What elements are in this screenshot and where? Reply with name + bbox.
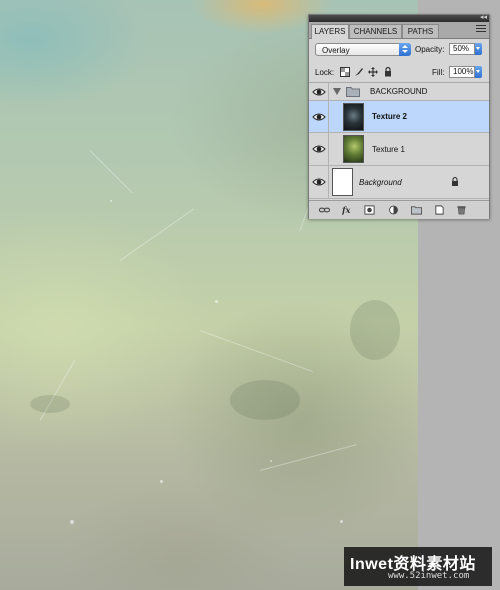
layer-thumbnail[interactable]	[343, 103, 364, 131]
visibility-eye-icon[interactable]	[312, 111, 326, 123]
blend-mode-stepper-icon[interactable]	[399, 43, 411, 56]
lock-transparent-pixels-icon[interactable]	[340, 67, 350, 77]
opacity-dropdown-icon[interactable]	[475, 43, 482, 55]
layers-panel: ◂◂ LAYERS CHANNELS PATHS Overlay Opacity…	[308, 14, 490, 219]
layer-name: Background	[359, 178, 402, 187]
layers-list: BACKGROUND Texture 2 Texture 1 Backgroun…	[309, 83, 489, 199]
opacity-field[interactable]: 50%	[449, 43, 475, 55]
blend-mode-select[interactable]: Overlay	[315, 43, 411, 56]
layer-name: Texture 2	[372, 112, 407, 121]
fill-dropdown-icon[interactable]	[475, 66, 482, 78]
trash-icon[interactable]	[456, 205, 467, 215]
lock-position-icon[interactable]	[368, 67, 378, 77]
panel-menu-icon[interactable]	[476, 25, 486, 33]
link-layers-icon[interactable]	[319, 205, 330, 215]
blend-row: Overlay Opacity: 50%	[309, 39, 489, 61]
new-group-icon[interactable]	[411, 205, 422, 215]
layer-texture-2[interactable]: Texture 2	[309, 101, 489, 133]
blend-mode-value: Overlay	[322, 46, 350, 55]
tab-paths[interactable]: PATHS	[402, 24, 439, 38]
layer-background[interactable]: Background	[309, 166, 489, 199]
panel-tabbar: LAYERS CHANNELS PATHS	[309, 22, 489, 39]
tab-channels[interactable]: CHANNELS	[349, 24, 402, 38]
fx-icon[interactable]: fx	[342, 205, 353, 215]
expand-triangle-icon[interactable]	[333, 88, 341, 95]
lock-row: Lock: Fill: 100%	[309, 62, 489, 83]
collapse-panel-icon[interactable]: ◂◂	[480, 14, 487, 22]
layer-thumbnail[interactable]	[332, 168, 353, 196]
fill-field[interactable]: 100%	[449, 66, 475, 78]
layer-name: Texture 1	[372, 145, 405, 154]
panel-titlebar[interactable]: ◂◂	[309, 14, 489, 22]
layer-lock-icon	[452, 177, 458, 186]
folder-icon	[346, 87, 360, 97]
lock-all-icon[interactable]	[383, 67, 393, 77]
new-layer-icon[interactable]	[434, 205, 445, 215]
layer-group-background[interactable]: BACKGROUND	[309, 83, 489, 101]
adjustment-layer-icon[interactable]	[388, 205, 399, 215]
fill-label: Fill:	[432, 68, 445, 77]
svg-text:fx: fx	[342, 205, 351, 215]
layer-name: BACKGROUND	[370, 87, 428, 96]
add-mask-icon[interactable]	[364, 205, 375, 215]
opacity-label: Opacity:	[415, 45, 445, 54]
layer-thumbnail[interactable]	[343, 135, 364, 163]
tab-layers[interactable]: LAYERS	[311, 24, 349, 39]
visibility-eye-icon[interactable]	[312, 143, 326, 155]
visibility-eye-icon[interactable]	[312, 86, 326, 98]
panel-footer: fx	[309, 200, 489, 219]
lock-image-pixels-icon[interactable]	[354, 67, 364, 77]
visibility-eye-icon[interactable]	[312, 176, 326, 188]
watermark-url: www.52inwet.com	[388, 571, 470, 581]
watermark: Inwet资料素材站 www.52inwet.com	[344, 547, 492, 586]
lock-label: Lock:	[315, 68, 335, 77]
layer-texture-1[interactable]: Texture 1	[309, 133, 489, 166]
